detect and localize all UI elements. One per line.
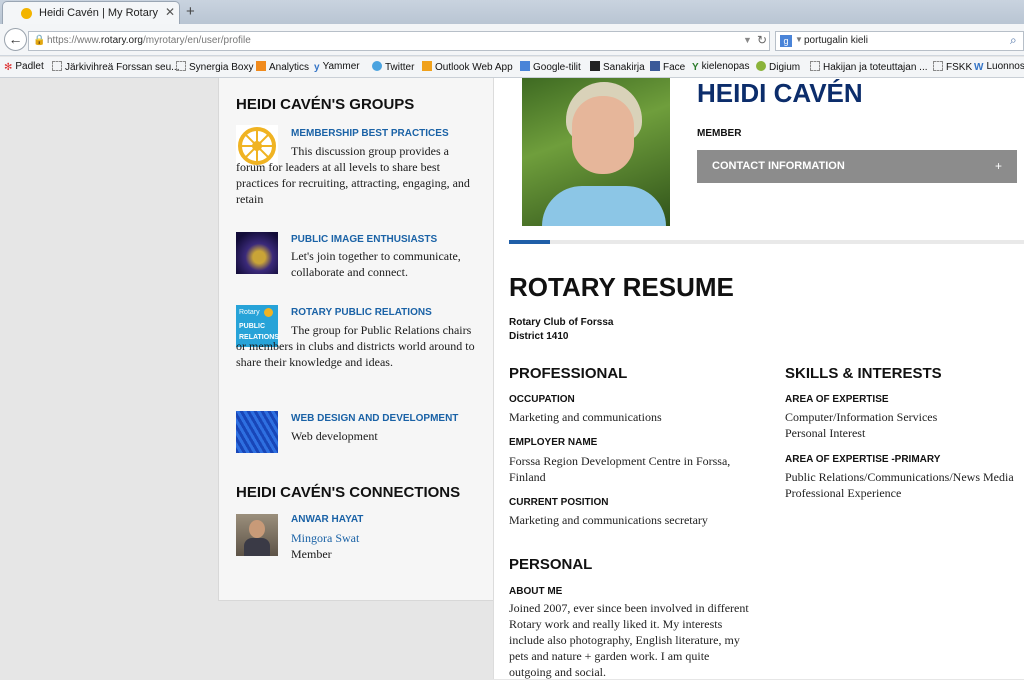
url-text: https://www.rotary.org/myrotary/en/user/… <box>47 35 251 46</box>
google-icon[interactable]: g <box>780 35 792 47</box>
address-bar[interactable]: 🔒 https://www.rotary.org/myrotary/en/use… <box>28 31 770 51</box>
back-button[interactable]: ← <box>4 28 27 51</box>
history-dropdown-icon[interactable]: ▼ <box>743 35 752 45</box>
rotary-wheel-small-icon <box>264 308 273 317</box>
contact-information-label: CONTACT INFORMATION <box>712 160 845 172</box>
profile-photo <box>522 78 670 226</box>
group-thumbnail-web-design[interactable] <box>236 411 278 453</box>
bookmark-padlet[interactable]: ✻ Padlet <box>4 61 44 73</box>
group-thumbnail-public-image[interactable] <box>236 232 278 274</box>
group-desc-public-image: Let's join together to communicate, coll… <box>291 249 461 279</box>
district-name: District 1410 <box>509 331 569 342</box>
search-input[interactable]: portugalin kieli <box>804 35 868 46</box>
connection-name-link[interactable]: ANWAR HAYAT <box>291 514 363 525</box>
about-me-label: ABOUT ME <box>509 586 563 597</box>
group-link-membership[interactable]: MEMBERSHIP BEST PRACTICES <box>291 128 449 139</box>
primary-expertise-value-2: Professional Experience <box>785 486 902 500</box>
bookmark-hakijan[interactable]: Hakijan ja toteuttajan ... <box>810 61 928 73</box>
employer-label: EMPLOYER NAME <box>509 437 598 448</box>
profile-sidebar: HEIDI CAVÉN'S GROUPS MEMBERSHIP BEST PRA… <box>218 78 494 601</box>
connection-avatar[interactable] <box>236 514 278 556</box>
expertise-label: AREA OF EXPERTISE <box>785 394 889 405</box>
rotary-favicon-icon <box>21 8 32 19</box>
bookmarks-bar: ✻ Padlet Järkivihreä Forssan seu... Syner… <box>0 57 1024 78</box>
bookmark-outlook[interactable]: Outlook Web App <box>422 61 513 73</box>
bookmark-sanakirja[interactable]: Sanakirja <box>590 61 645 73</box>
profile-name: HEIDI CAVÉN <box>697 78 863 108</box>
occupation-label: OCCUPATION <box>509 394 575 405</box>
group-desc-membership: This discussion group provides a forum f… <box>236 144 470 206</box>
bookmark-digium[interactable]: Digium <box>756 61 800 73</box>
club-name: Rotary Club of Forssa <box>509 317 614 328</box>
bookmark-face[interactable]: Face <box>650 61 685 73</box>
groups-title: HEIDI CAVÉN'S GROUPS <box>236 96 415 113</box>
position-value: Marketing and communications secretary <box>509 513 708 527</box>
group-link-public-image[interactable]: PUBLIC IMAGE ENTHUSIASTS <box>291 234 437 245</box>
group-link-web-design[interactable]: WEB DESIGN AND DEVELOPMENT <box>291 413 458 424</box>
employer-value: Forssa Region Development Centre in Fors… <box>509 454 731 484</box>
lock-icon: 🔒 <box>33 35 46 46</box>
primary-expertise-value-1: Public Relations/Communications/News Med… <box>785 470 1014 484</box>
personal-title: PERSONAL <box>509 556 593 573</box>
expand-plus-icon[interactable]: + <box>995 159 1002 173</box>
close-tab-icon[interactable]: ✕ <box>165 5 175 19</box>
expertise-value-1: Computer/Information Services <box>785 410 938 424</box>
bookmark-analytics[interactable]: Analytics <box>256 61 309 73</box>
section-divider <box>509 240 1024 244</box>
thumb-text-rotary: Rotary <box>239 309 260 316</box>
profile-main: HEIDI CAVÉN MEMBER CONTACT INFORMATION +… <box>493 78 1024 679</box>
skills-title: SKILLS & INTERESTS <box>785 365 942 382</box>
professional-title: PROFESSIONAL <box>509 365 628 382</box>
group-link-public-relations[interactable]: ROTARY PUBLIC RELATIONS <box>291 307 432 318</box>
bookmark-kielenopas[interactable]: Ykielenopas <box>692 61 749 73</box>
bookmark-jarkivihrea[interactable]: Järkivihreä Forssan seu... <box>52 61 180 73</box>
divider-accent <box>509 240 550 244</box>
bookmark-fskk[interactable]: FSKK <box>933 61 972 73</box>
contact-information-button[interactable]: CONTACT INFORMATION + <box>697 150 1017 183</box>
resume-title: ROTARY RESUME <box>509 272 734 302</box>
group-desc-web-design: Web development <box>291 429 378 443</box>
reload-icon[interactable]: ↻ <box>757 33 767 47</box>
group-desc-public-relations: The group for Public Relations chairs or… <box>236 323 475 369</box>
connection-club-link[interactable]: Mingora Swat <box>291 530 359 546</box>
bookmark-synergia[interactable]: Synergia Boxy <box>176 61 253 73</box>
connection-role: Member <box>291 547 332 561</box>
occupation-value: Marketing and communications <box>509 410 662 424</box>
bookmark-yammer[interactable]: y Yammer <box>314 61 360 73</box>
member-label: MEMBER <box>697 128 742 139</box>
browser-tab[interactable]: Heidi Cavén | My Rotary ✕ <box>2 1 180 24</box>
search-bar[interactable]: g ▼ portugalin kieli ⌕ <box>775 31 1024 51</box>
bookmark-luonnos[interactable]: W Luonnos <box>974 61 1024 73</box>
connections-title: HEIDI CAVÉN'S CONNECTIONS <box>236 484 461 501</box>
expertise-value-2: Personal Interest <box>785 426 866 440</box>
primary-expertise-label: AREA OF EXPERTISE -PRIMARY <box>785 454 941 465</box>
search-icon[interactable]: ⌕ <box>1010 33 1017 48</box>
bookmark-twitter[interactable]: Twitter <box>372 61 414 73</box>
tab-title: Heidi Cavén | My Rotary <box>39 7 159 19</box>
engine-dropdown-icon[interactable]: ▼ <box>795 35 803 44</box>
new-tab-icon[interactable]: + <box>186 3 195 20</box>
position-label: CURRENT POSITION <box>509 497 609 508</box>
bookmark-google-tilit[interactable]: Google-tilit <box>520 61 581 73</box>
about-me-text: Joined 2007, ever since been involved in… <box>509 601 749 679</box>
